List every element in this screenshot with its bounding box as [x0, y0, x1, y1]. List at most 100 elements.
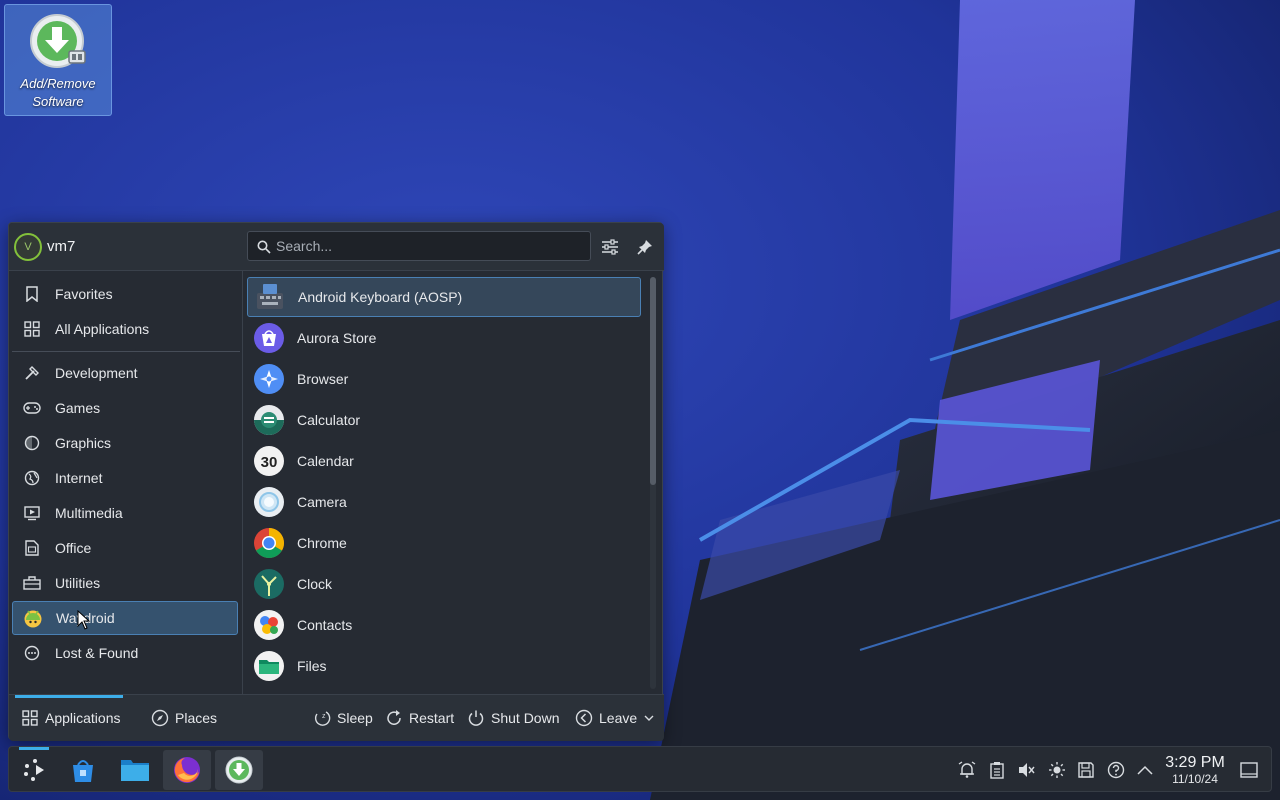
app-item-calendar[interactable]: 30 Calendar: [247, 441, 641, 481]
search-box[interactable]: [247, 231, 591, 261]
gamepad-icon: [22, 398, 42, 418]
sidebar-item-label: Lost & Found: [55, 645, 139, 661]
firefox-icon: [174, 757, 200, 783]
app-item-label: Clock: [297, 576, 333, 592]
sidebar-item-lost-found[interactable]: Lost & Found: [12, 636, 238, 670]
notifications-tray-button[interactable]: [957, 760, 977, 780]
sidebar-item-multimedia[interactable]: Multimedia: [12, 496, 238, 530]
network-tray-button[interactable]: [1106, 760, 1126, 780]
chevron-down-icon: [643, 709, 655, 727]
app-item-android-keyboard[interactable]: Android Keyboard (AOSP): [247, 277, 641, 317]
contacts-icon: [254, 610, 284, 640]
tab-places[interactable]: Places: [151, 707, 217, 729]
sidebar-item-all-applications[interactable]: All Applications: [12, 312, 238, 346]
clock-icon: [254, 569, 284, 599]
volume-tray-button[interactable]: [1016, 760, 1036, 780]
shutdown-button[interactable]: Shut Down: [467, 707, 559, 729]
compass-icon: [151, 709, 169, 727]
show-hidden-icons-button[interactable]: [1135, 760, 1155, 780]
palette-icon: [22, 433, 42, 453]
calculator-icon: [254, 405, 284, 435]
sidebar-item-office[interactable]: Office: [12, 531, 238, 565]
ellipsis-icon: [22, 643, 42, 663]
avatar[interactable]: V: [14, 233, 42, 261]
taskbar-app-file-manager[interactable]: [111, 750, 159, 790]
taskbar-app-discover[interactable]: [59, 750, 107, 790]
launcher-icon: [24, 759, 44, 781]
tab-label: Places: [175, 710, 218, 726]
app-item-label: Contacts: [297, 617, 353, 633]
calendar-day-number: 30: [261, 454, 278, 471]
sidebar-item-development[interactable]: Development: [12, 356, 238, 390]
software-install-icon: [30, 14, 86, 68]
desktop-icon-label: Add/Remove Software: [20, 76, 96, 109]
sidebar-item-graphics[interactable]: Graphics: [12, 426, 238, 460]
disks-tray-button[interactable]: [1076, 760, 1096, 780]
sidebar-item-waydroid[interactable]: Waydroid: [12, 601, 238, 635]
button-label: Shut Down: [491, 710, 560, 726]
app-item-clock[interactable]: Clock: [247, 564, 641, 604]
application-list: Android Keyboard (AOSP) Aurora Store Bro…: [247, 275, 642, 693]
clipboard-icon: [990, 762, 1004, 779]
app-item-calculator[interactable]: Calculator: [247, 400, 641, 440]
clock-time[interactable]: 3:29 PM: [1162, 754, 1228, 772]
power-icon: [467, 709, 485, 727]
app-item-chrome[interactable]: Chrome: [247, 523, 641, 563]
configure-button[interactable]: [598, 235, 622, 259]
button-label: Sleep: [337, 710, 373, 726]
active-tab-indicator: [15, 695, 123, 698]
leave-button[interactable]: Leave: [575, 707, 655, 729]
app-item-aurora-store[interactable]: Aurora Store: [247, 318, 641, 358]
restart-button[interactable]: Restart: [385, 707, 454, 729]
brightness-icon: [1049, 762, 1065, 778]
show-desktop-icon: [1240, 762, 1258, 778]
taskbar-app-firefox[interactable]: [163, 750, 211, 790]
grid-icon: [21, 709, 39, 727]
brightness-tray-button[interactable]: [1047, 760, 1067, 780]
button-label: Leave: [599, 710, 638, 726]
sliders-icon: [602, 239, 618, 255]
scrollbar-thumb[interactable]: [650, 277, 656, 485]
sidebar-item-favorites[interactable]: Favorites: [12, 277, 238, 311]
calendar-icon: 30: [254, 446, 284, 476]
clipboard-tray-button[interactable]: [987, 760, 1007, 780]
volume-muted-icon: [1019, 763, 1035, 777]
app-list-scrollbar[interactable]: [650, 277, 656, 689]
desktop-icon-add-remove-software[interactable]: Add/Remove Software: [4, 4, 112, 116]
app-item-files[interactable]: Files: [247, 646, 641, 686]
app-item-label: Calendar: [297, 453, 354, 469]
app-item-label: Aurora Store: [297, 330, 377, 346]
keyboard-icon: [257, 284, 283, 309]
search-icon: [257, 240, 271, 254]
alarm-icon: [958, 761, 976, 778]
app-item-camera[interactable]: Camera: [247, 482, 641, 522]
application-launcher-button[interactable]: [11, 750, 59, 790]
sidebar-item-label: Utilities: [55, 575, 101, 591]
sidebar-item-internet[interactable]: Internet: [12, 461, 238, 495]
grid-icon: [22, 319, 42, 339]
chrome-icon: [254, 528, 285, 559]
search-input[interactable]: [276, 236, 576, 256]
sidebar-item-label: All Applications: [55, 321, 150, 337]
tab-applications[interactable]: Applications: [21, 707, 121, 729]
app-item-label: Android Keyboard (AOSP): [298, 289, 463, 305]
leave-icon: [575, 709, 593, 727]
taskbar-app-software-install[interactable]: [215, 750, 263, 790]
sleep-button[interactable]: z Sleep: [313, 707, 373, 729]
browser-icon: [254, 364, 284, 394]
clock-date[interactable]: 11/10/24: [1162, 772, 1228, 786]
app-item-contacts[interactable]: Contacts: [247, 605, 641, 645]
button-label: Restart: [409, 710, 455, 726]
app-item-browser[interactable]: Browser: [247, 359, 641, 399]
svg-text:z: z: [322, 713, 326, 720]
hammer-icon: [22, 363, 42, 383]
camera-icon: [254, 487, 284, 517]
sidebar-item-utilities[interactable]: Utilities: [12, 566, 238, 600]
panel-divider: [242, 271, 243, 695]
pin-button[interactable]: [633, 235, 657, 259]
sidebar-item-games[interactable]: Games: [12, 391, 238, 425]
app-item-label: Camera: [297, 494, 347, 510]
tab-label: Applications: [45, 710, 121, 726]
username: vm7: [47, 238, 76, 255]
show-desktop-button[interactable]: [1239, 760, 1259, 780]
